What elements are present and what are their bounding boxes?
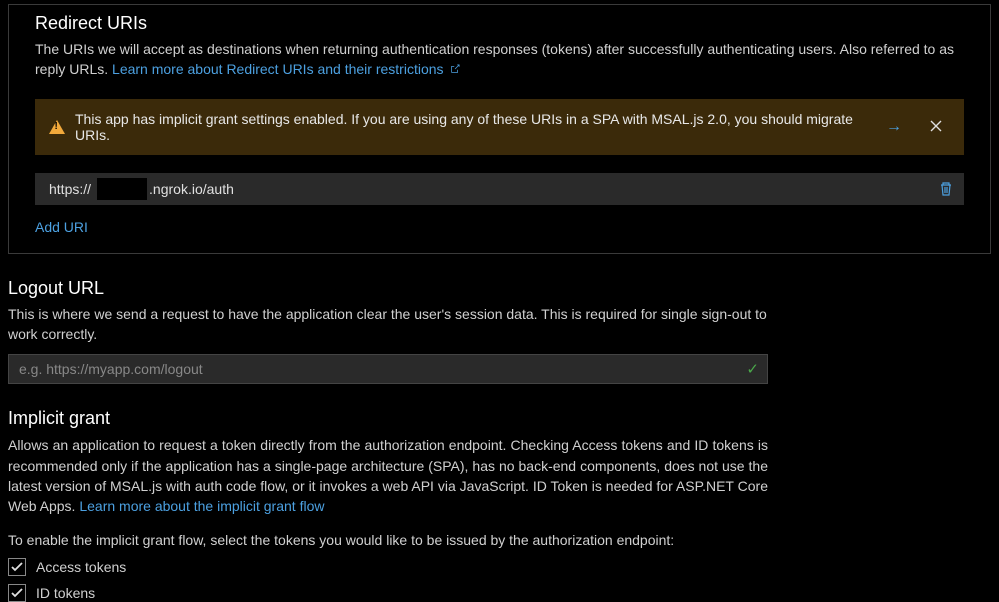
logout-url-input[interactable] bbox=[19, 361, 746, 377]
logout-url-heading: Logout URL bbox=[8, 278, 991, 299]
check-icon bbox=[11, 587, 23, 599]
access-tokens-row: Access tokens bbox=[8, 558, 991, 576]
warning-dismiss-button[interactable] bbox=[922, 115, 950, 140]
warning-message: This app has implicit grant settings ena… bbox=[75, 111, 872, 143]
id-tokens-row: ID tokens bbox=[8, 584, 991, 602]
logout-description: This is where we send a request to have … bbox=[8, 305, 768, 344]
access-tokens-checkbox[interactable] bbox=[8, 558, 26, 576]
redirect-uris-description: The URIs we will accept as destinations … bbox=[35, 40, 964, 79]
logout-url-field-wrap: ✓ bbox=[8, 354, 768, 384]
warning-icon bbox=[49, 120, 65, 134]
redirect-learn-more-text: Learn more about Redirect URIs and their… bbox=[112, 61, 443, 77]
implicit-learn-more-link[interactable]: Learn more about the implicit grant flow bbox=[79, 498, 324, 514]
redirect-uri-row: https:// .ngrok.io/auth bbox=[35, 173, 964, 205]
delete-uri-button[interactable] bbox=[928, 181, 964, 197]
uri-redacted-segment bbox=[97, 178, 147, 200]
id-tokens-label: ID tokens bbox=[36, 585, 95, 601]
redirect-uris-section: Redirect URIs The URIs we will accept as… bbox=[8, 4, 991, 254]
id-tokens-checkbox[interactable] bbox=[8, 584, 26, 602]
redirect-uri-input[interactable]: https:// .ngrok.io/auth bbox=[35, 173, 928, 205]
close-icon bbox=[930, 120, 942, 132]
implicit-grant-warning-banner: This app has implicit grant settings ena… bbox=[35, 99, 964, 155]
check-icon bbox=[11, 561, 23, 573]
checkmark-icon: ✓ bbox=[746, 360, 759, 378]
redirect-learn-more-link[interactable]: Learn more about Redirect URIs and their… bbox=[112, 61, 461, 77]
implicit-grant-description: Allows an application to request a token… bbox=[8, 435, 768, 516]
access-tokens-label: Access tokens bbox=[36, 559, 126, 575]
warning-migrate-link[interactable]: → bbox=[886, 118, 902, 136]
trash-icon bbox=[938, 181, 954, 197]
redirect-uris-heading: Redirect URIs bbox=[35, 13, 964, 34]
implicit-grant-heading: Implicit grant bbox=[8, 408, 991, 429]
uri-suffix-text: .ngrok.io/auth bbox=[147, 181, 234, 197]
external-link-icon bbox=[449, 63, 461, 75]
uri-prefix-text: https:// bbox=[35, 181, 97, 197]
add-uri-button[interactable]: Add URI bbox=[35, 219, 88, 235]
implicit-enable-instruction: To enable the implicit grant flow, selec… bbox=[8, 531, 991, 551]
